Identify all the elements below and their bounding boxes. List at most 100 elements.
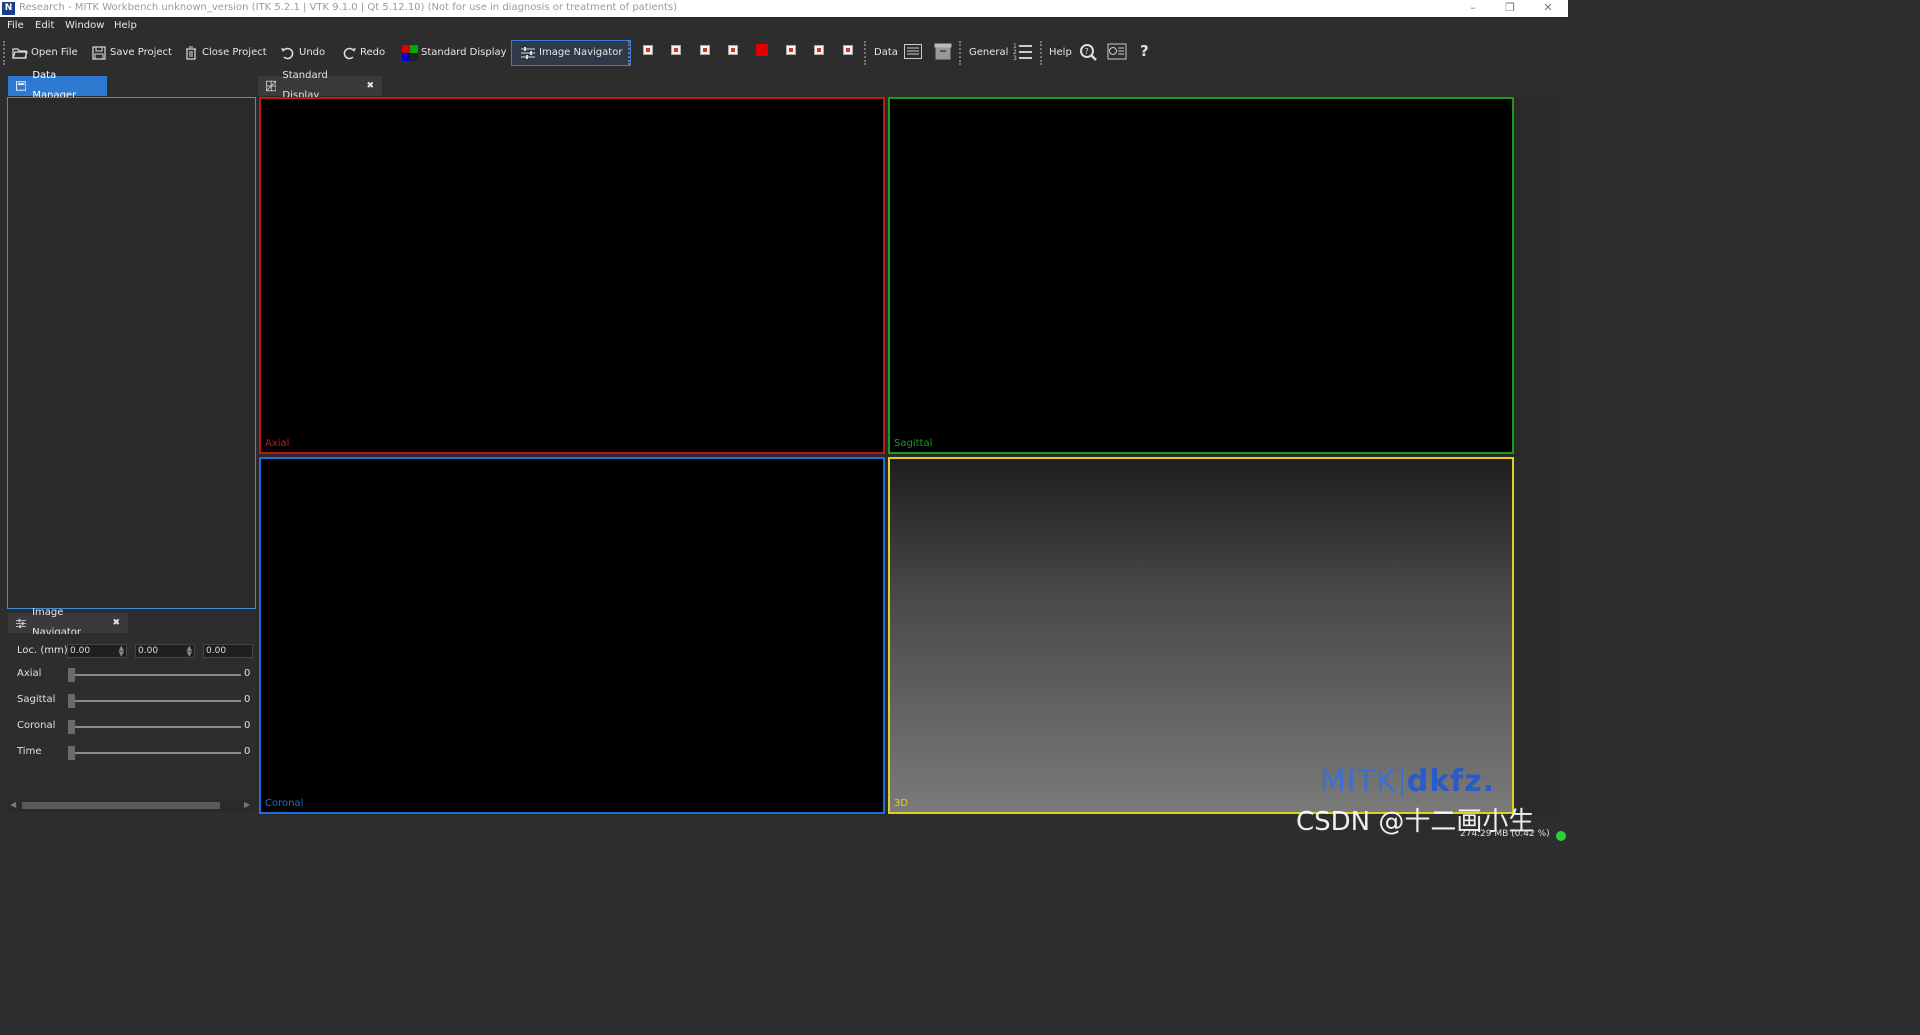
svg-text:3: 3 xyxy=(1013,55,1017,62)
close-window-button[interactable]: ✕ xyxy=(1530,0,1566,16)
help-toolbar-label: Help xyxy=(1049,47,1072,58)
memory-status-indicator-icon xyxy=(1556,831,1566,841)
menu-file[interactable]: File xyxy=(7,20,24,31)
sagittal-view[interactable]: Sagittal xyxy=(888,97,1514,454)
location-z-spinbox[interactable]: 0.00 xyxy=(203,644,253,658)
axial-slider-value: 0 xyxy=(244,668,251,679)
redo-button[interactable]: Redo xyxy=(341,40,385,66)
folder-open-icon xyxy=(12,48,28,59)
toolbar-separator xyxy=(864,41,866,65)
close-project-button[interactable]: Close Project xyxy=(183,40,267,66)
standard-display-button[interactable]: Standard Display xyxy=(402,40,507,66)
menu-window[interactable]: Window xyxy=(65,20,104,31)
sagittal-slider-handle[interactable] xyxy=(68,694,75,708)
red-square-button[interactable] xyxy=(756,44,768,56)
undo-label: Undo xyxy=(299,47,326,58)
svg-text:?: ? xyxy=(1085,47,1089,56)
toolbar: Open File Save Project Close Project Und… xyxy=(0,36,1568,70)
display-layout-icon xyxy=(266,80,277,92)
help-search-icon[interactable]: ? xyxy=(1079,43,1098,62)
scroll-left-icon[interactable]: ◀ xyxy=(10,800,16,809)
save-project-button[interactable]: Save Project xyxy=(91,40,172,66)
sagittal-slider-track[interactable] xyxy=(69,700,241,702)
coronal-slider-label: Coronal xyxy=(17,720,56,731)
sliders-icon xyxy=(521,47,535,59)
data-manager-panel[interactable] xyxy=(7,97,256,609)
data-manager-tab[interactable]: Data Manager xyxy=(8,70,107,101)
coronal-view-label: Coronal xyxy=(265,798,304,809)
coronal-view[interactable]: Coronal xyxy=(259,457,885,814)
time-slider-label: Time xyxy=(17,746,42,757)
location-label: Loc. (mm) xyxy=(17,645,68,656)
undo-button[interactable]: Undo xyxy=(280,40,325,66)
app-logo-icon: N xyxy=(2,2,15,15)
3d-view-label: 3D xyxy=(894,798,909,809)
axial-slider-handle[interactable] xyxy=(68,668,75,682)
context-help-icon[interactable] xyxy=(1107,43,1127,60)
mitk-dkfz-logo: MITK dkfz. xyxy=(1320,764,1495,799)
open-file-button[interactable]: Open File xyxy=(12,40,78,66)
restore-button[interactable]: ❐ xyxy=(1492,0,1528,16)
sagittal-slider-value: 0 xyxy=(244,694,251,705)
time-slider-value: 0 xyxy=(244,746,251,757)
close-tab-icon[interactable]: ✖ xyxy=(366,76,374,96)
sagittal-view-label: Sagittal xyxy=(894,438,933,449)
3d-view[interactable]: 3D MITK dkfz. xyxy=(888,457,1514,814)
time-slider-handle[interactable] xyxy=(68,746,75,760)
spin-arrows-icon[interactable]: ▲ ▼ xyxy=(187,645,192,658)
redo-icon xyxy=(343,47,356,60)
axial-view[interactable]: Axial xyxy=(259,97,885,454)
toolbar-separator xyxy=(1040,41,1042,65)
toolbar-separator xyxy=(3,41,5,65)
scrollbar-thumb[interactable] xyxy=(22,802,220,809)
broken-icon-button[interactable] xyxy=(671,45,681,55)
window-title: Research - MITK Workbench unknown_versio… xyxy=(19,2,678,13)
toolbar-separator xyxy=(959,41,961,65)
broken-icon-button[interactable] xyxy=(643,45,653,55)
broken-icon-button[interactable] xyxy=(786,45,796,55)
broken-icon-button[interactable] xyxy=(700,45,710,55)
archive-icon[interactable] xyxy=(934,43,952,60)
image-navigator-panel: Loc. (mm) 0.00 ▲ ▼ 0.00 ▲ ▼ 0.00 Axial 0 S… xyxy=(7,634,256,814)
menu-edit[interactable]: Edit xyxy=(35,20,54,31)
location-y-value: 0.00 xyxy=(138,646,159,656)
image-navigator-button[interactable]: Image Navigator xyxy=(511,40,632,66)
time-slider-track[interactable] xyxy=(69,752,241,754)
save-project-label: Save Project xyxy=(110,47,172,58)
axial-slider-label: Axial xyxy=(17,668,42,679)
open-file-label: Open File xyxy=(31,47,78,58)
standard-display-label: Standard Display xyxy=(421,47,507,58)
save-icon xyxy=(92,46,106,60)
axial-slider-track[interactable] xyxy=(69,674,241,676)
trash-icon xyxy=(186,46,196,60)
close-tab-icon[interactable]: ✖ xyxy=(112,613,120,633)
location-x-value: 0.00 xyxy=(70,646,91,656)
whats-this-icon[interactable]: ? xyxy=(1140,42,1149,60)
minimize-button[interactable]: – xyxy=(1455,0,1491,16)
broken-icon-button[interactable] xyxy=(728,45,738,55)
broken-icon-button[interactable] xyxy=(814,45,824,55)
image-navigator-tab[interactable]: Image Navigator ✖ xyxy=(8,607,128,638)
general-toolbar-label: General xyxy=(969,47,1009,58)
standard-display-tab[interactable]: Standard Display ✖ xyxy=(258,70,382,101)
image-navigator-label: Image Navigator xyxy=(539,47,623,58)
coronal-slider-track[interactable] xyxy=(69,726,241,728)
location-y-spinbox[interactable]: 0.00 ▲ ▼ xyxy=(135,644,195,658)
close-project-label: Close Project xyxy=(202,47,267,58)
location-x-spinbox[interactable]: 0.00 ▲ ▼ xyxy=(67,644,127,658)
numbered-list-icon[interactable]: 123 xyxy=(1013,42,1033,62)
horizontal-scrollbar[interactable]: ◀ ▶ xyxy=(8,800,254,812)
title-bar: N Research - MITK Workbench unknown_vers… xyxy=(0,0,1568,17)
dkfz-logo-text: dkfz. xyxy=(1406,764,1496,799)
scroll-right-icon[interactable]: ▶ xyxy=(244,800,250,809)
spin-arrows-icon[interactable]: ▲ ▼ xyxy=(119,645,124,658)
coronal-slider-value: 0 xyxy=(244,720,251,731)
broken-icon-button[interactable] xyxy=(843,45,853,55)
location-z-value: 0.00 xyxy=(206,646,227,656)
menu-help[interactable]: Help xyxy=(114,20,137,31)
toolbar-separator xyxy=(628,41,630,65)
data-list-icon[interactable] xyxy=(904,44,922,59)
menu-bar: File Edit Window Help xyxy=(0,17,1568,36)
axial-view-label: Axial xyxy=(265,438,290,449)
coronal-slider-handle[interactable] xyxy=(68,720,75,734)
